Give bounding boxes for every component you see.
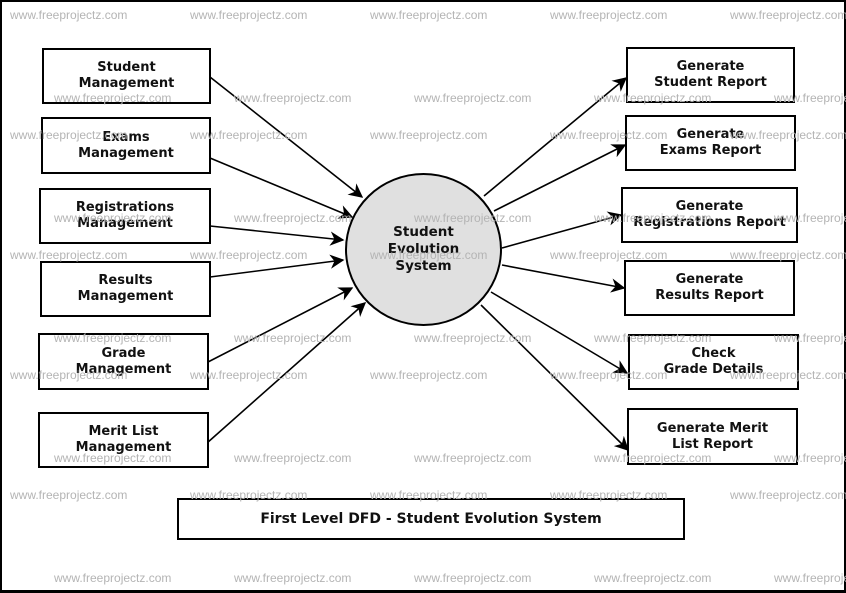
process-student-evolution-system: Student Evolution System [345, 173, 502, 326]
entity-check-grade-details: Check Grade Details [628, 334, 799, 390]
entity-generate-results-report: Generate Results Report [624, 260, 795, 316]
entity-generate-student-report: Generate Student Report [626, 47, 795, 103]
flow-generate-registrations-report [501, 211, 623, 249]
diagram-title: First Level DFD - Student Evolution Syst… [177, 498, 685, 540]
flow-merit-list-management [206, 302, 367, 444]
flow-generate-exams-report [493, 144, 627, 212]
flow-registrations-management [209, 225, 345, 246]
entity-merit-list-management: Merit List Management [38, 412, 209, 468]
flow-student-management [209, 76, 364, 198]
entity-generate-exams-report: Generate Exams Report [625, 115, 796, 171]
entity-generate-merit-list-report: Generate Merit List Report [627, 408, 798, 465]
entity-results-management: Results Management [40, 261, 211, 317]
flow-grade-management [207, 287, 354, 363]
flow-generate-student-report [483, 77, 628, 197]
flow-results-management [209, 254, 345, 278]
flow-generate-merit-list-report [480, 304, 630, 452]
flow-generate-results-report [501, 264, 626, 293]
flow-exams-management [209, 157, 354, 219]
dfd-canvas: Student Management Exams Management Regi… [0, 0, 846, 593]
entity-grade-management: Grade Management [38, 333, 209, 390]
entity-generate-registrations-report: Generate Registrations Report [621, 187, 798, 243]
entity-exams-management: Exams Management [41, 117, 211, 174]
entity-registrations-management: Registrations Management [39, 188, 211, 244]
flow-check-grade-details [490, 291, 629, 374]
entity-student-management: Student Management [42, 48, 211, 104]
